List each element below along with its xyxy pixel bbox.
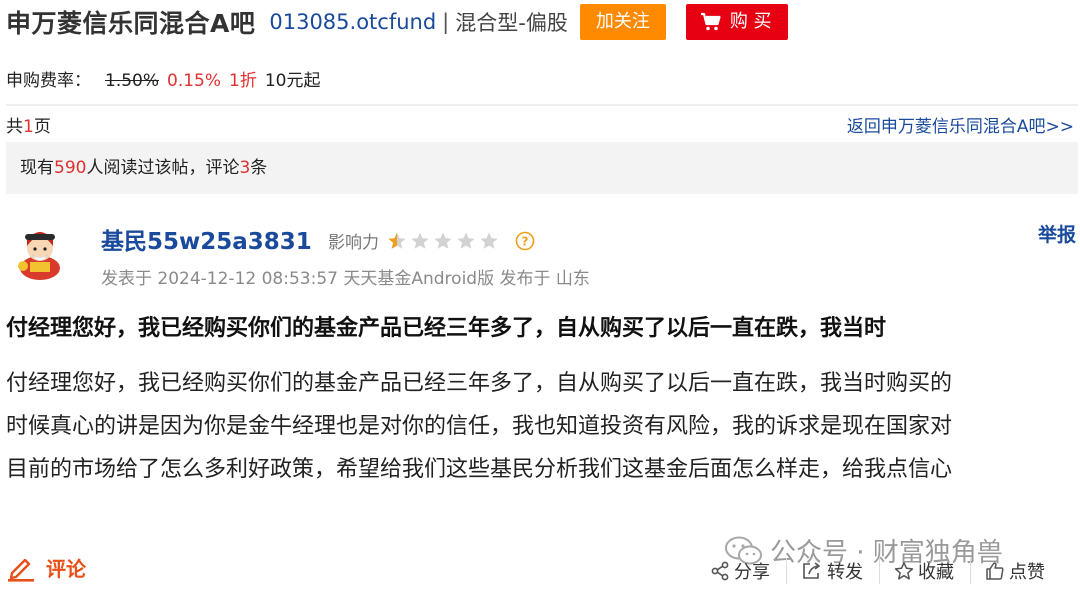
like-label: 点赞 <box>1009 562 1045 583</box>
author-name[interactable]: 基民55w25a3831 <box>101 222 312 256</box>
rating-star <box>388 232 406 249</box>
post-body: 付经理您好，我已经购买你们的基金产品已经三年多了，自从购买了以后一直在跌，我当时… <box>6 362 1074 491</box>
back-to-forum-link[interactable]: 返回申万菱信乐同混合A吧>> <box>847 112 1074 137</box>
forum-title[interactable]: 申万菱信乐同混合A吧 <box>6 4 255 40</box>
stats-prefix: 现有 <box>20 158 54 178</box>
buy-button[interactable]: 购 买 <box>685 4 788 40</box>
rating-star <box>457 232 475 249</box>
page-count: 共1页 <box>6 112 51 137</box>
influence-label: 影响力 <box>328 233 379 253</box>
fee-discount: 1折 <box>229 71 257 91</box>
buy-button-label: 购 买 <box>729 11 772 32</box>
post-body-line: 目前的市场给了怎么多利好政策，希望给我们这些基民分析我们这基金后面怎么样走，给我… <box>6 457 953 482</box>
post-title: 付经理您好，我已经购买你们的基金产品已经三年多了，自从购买了以后一直在跌，我当时 <box>6 316 887 341</box>
influence-stars <box>388 232 498 249</box>
fund-header: 申万菱信乐同混合A吧 013085.otcfund | 混合型-偏股 加关注 购… <box>6 0 788 44</box>
reader-count: 590 <box>54 158 87 178</box>
comment-button[interactable]: 评论 <box>6 553 86 582</box>
post-meta: 发表于 2024-12-12 08:53:57 天天基金Android版 发布于… <box>101 269 590 289</box>
follow-button[interactable]: 加关注 <box>579 4 666 40</box>
repost-button[interactable]: 转发 <box>786 558 879 584</box>
fee-label: 申购费率： <box>6 71 91 91</box>
favorite-button[interactable]: 收藏 <box>879 558 970 584</box>
post-body-line: 时候真心的讲是因为你是金牛经理也是对你的信任，我也知道投资有风险，我的诉求是现在… <box>6 414 953 439</box>
fund-code-link[interactable]: 013085.otcfund <box>269 10 436 34</box>
pencil-icon <box>8 558 34 582</box>
influence-rating: 影响力 ? <box>328 228 535 253</box>
repost-label: 转发 <box>827 562 863 583</box>
repost-icon <box>803 562 821 579</box>
thumbs-up-icon <box>986 562 1004 580</box>
share-icon <box>711 561 729 581</box>
favorite-label: 收藏 <box>918 562 954 583</box>
rating-star <box>434 232 452 249</box>
comment-count: 3 <box>239 158 251 178</box>
page-count-prefix: 共 <box>6 117 23 137</box>
post-body-line: 付经理您好，我已经购买你们的基金产品已经三年多了，自从购买了以后一直在跌，我当时… <box>6 371 953 396</box>
post-actions: 分享 转发 收藏 点赞 <box>706 558 1061 584</box>
stats-suffix: 条 <box>250 158 268 178</box>
share-button[interactable]: 分享 <box>706 558 786 584</box>
star-outline-icon <box>894 562 914 580</box>
page-count-number: 1 <box>23 117 34 137</box>
comment-label: 评论 <box>46 557 86 581</box>
report-button[interactable]: 举报 <box>1038 220 1076 247</box>
stats-middle: 人阅读过该帖，评论 <box>86 158 240 178</box>
svg-text:?: ? <box>522 234 529 248</box>
help-icon[interactable]: ? <box>515 231 535 251</box>
rating-star <box>411 232 429 249</box>
header-separator: | <box>442 10 450 34</box>
fee-row: 申购费率： 1.50% 0.15% 1折 10元起 <box>6 66 321 91</box>
share-label: 分享 <box>734 562 770 583</box>
rating-star <box>480 232 498 249</box>
cart-icon <box>700 12 721 31</box>
fee-discounted: 0.15% <box>167 71 222 91</box>
avatar[interactable] <box>14 222 66 280</box>
fund-type: 混合型-偏股 <box>455 11 568 35</box>
divider <box>6 104 1078 106</box>
like-button[interactable]: 点赞 <box>970 558 1061 584</box>
page-count-suffix: 页 <box>33 117 51 137</box>
fee-original: 1.50% <box>105 71 160 91</box>
fee-minimum: 10元起 <box>264 71 321 91</box>
read-stats-bar: 现有590人阅读过该帖，评论3条 <box>6 142 1078 194</box>
